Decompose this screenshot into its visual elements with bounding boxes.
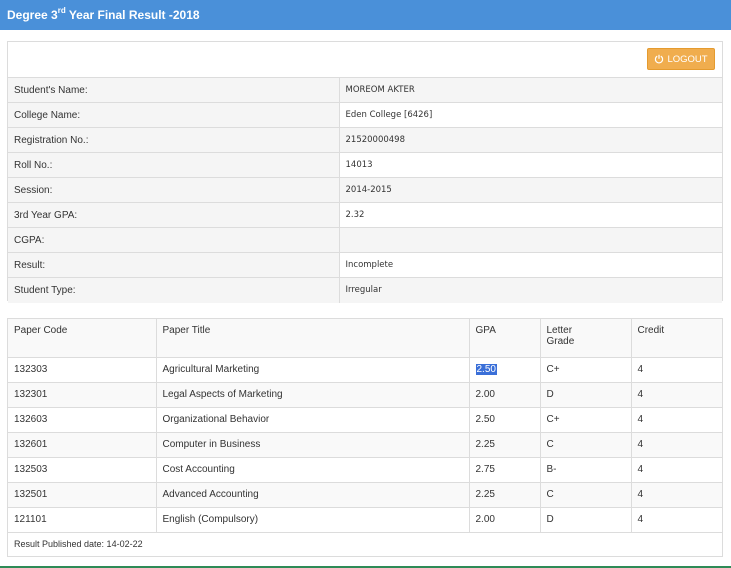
info-label: Registration No.: [8, 127, 340, 153]
cell-title: Organizational Behavior [156, 407, 470, 433]
cell-gpa: 2.50 [469, 357, 541, 383]
header-gpa: GPA [469, 319, 541, 358]
logout-label: LOGOUT [667, 53, 708, 65]
info-label: CGPA: [8, 227, 340, 253]
header-paper-code: Paper Code [8, 319, 157, 358]
cell-code: 132501 [8, 482, 157, 508]
info-label: 3rd Year GPA: [8, 202, 340, 228]
cell-grade: D [540, 507, 632, 533]
table-row: 132601 Computer in Business 2.25 C 4 [8, 432, 722, 458]
cell-gpa: 2.00 [469, 507, 541, 533]
info-value [339, 227, 722, 253]
info-label: Student Type: [8, 277, 340, 303]
cell-gpa: 2.25 [469, 432, 541, 458]
info-value: Irregular [339, 277, 722, 303]
cell-grade: D [540, 382, 632, 408]
cell-code: 132301 [8, 382, 157, 408]
info-row: Registration No.: 21520000498 [8, 127, 722, 153]
info-label: College Name: [8, 102, 340, 128]
cell-code: 132503 [8, 457, 157, 483]
table-row: 132501 Advanced Accounting 2.25 C 4 [8, 482, 722, 508]
power-icon [655, 54, 664, 64]
cell-grade: C+ [540, 407, 632, 433]
student-info-table: Student's Name: MOREOM AKTER College Name:… [8, 77, 722, 303]
logout-button[interactable]: LOGOUT [647, 48, 715, 70]
cell-credit: 4 [631, 482, 722, 508]
info-value: 14013 [339, 152, 722, 178]
cell-code: 121101 [8, 507, 157, 533]
cell-title: Computer in Business [156, 432, 470, 458]
cell-credit: 4 [631, 507, 722, 533]
cell-grade: C [540, 482, 632, 508]
info-row: 3rd Year GPA: 2.32 [8, 202, 722, 228]
info-label: Session: [8, 177, 340, 203]
cell-title: Advanced Accounting [156, 482, 470, 508]
cell-credit: 4 [631, 432, 722, 458]
header-credit: Credit [631, 319, 722, 358]
info-label: Result: [8, 252, 340, 278]
cell-code: 132603 [8, 407, 157, 433]
table-row: 132303 Agricultural Marketing 2.50 C+ 4 [8, 357, 722, 383]
papers-table: Paper Code Paper Title GPA Letter Grade C… [8, 319, 722, 533]
cell-title: English (Compulsory) [156, 507, 470, 533]
info-value: 21520000498 [339, 127, 722, 153]
table-row: 121101 English (Compulsory) 2.00 D 4 [8, 507, 722, 533]
info-row: Roll No.: 14013 [8, 152, 722, 178]
info-value: MOREOM AKTER [339, 77, 722, 103]
info-label: Student's Name: [8, 77, 340, 103]
info-value: 2.32 [339, 202, 722, 228]
result-panel: Paper Code Paper Title GPA Letter Grade C… [7, 318, 723, 557]
cell-credit: 4 [631, 407, 722, 433]
cell-credit: 4 [631, 382, 722, 408]
cell-code: 132303 [8, 357, 157, 383]
cell-grade: C+ [540, 357, 632, 383]
page-header: Degree 3rd Year Final Result -2018 [0, 0, 731, 30]
info-value: 2014-2015 [339, 177, 722, 203]
cell-credit: 4 [631, 457, 722, 483]
info-value: Eden College [6426] [339, 102, 722, 128]
header-paper-title: Paper Title [156, 319, 470, 358]
header-letter-grade: Letter Grade [540, 319, 632, 358]
cell-gpa: 2.75 [469, 457, 541, 483]
cell-gpa: 2.25 [469, 482, 541, 508]
info-label: Roll No.: [8, 152, 340, 178]
cell-title: Agricultural Marketing [156, 357, 470, 383]
page-title: Degree 3rd Year Final Result -2018 [7, 6, 200, 22]
info-value: Incomplete [339, 252, 722, 278]
table-row: 132603 Organizational Behavior 2.50 C+ 4 [8, 407, 722, 433]
info-row: CGPA: [8, 227, 722, 253]
cell-gpa: 2.50 [469, 407, 541, 433]
cell-title: Cost Accounting [156, 457, 470, 483]
cell-credit: 4 [631, 357, 722, 383]
table-row: 132503 Cost Accounting 2.75 B- 4 [8, 457, 722, 483]
info-row: Result: Incomplete [8, 252, 722, 278]
info-row: Student's Name: MOREOM AKTER [8, 77, 722, 103]
cell-code: 132601 [8, 432, 157, 458]
cell-gpa: 2.00 [469, 382, 541, 408]
student-info-panel: LOGOUT Student's Name: MOREOM AKTER Colleg… [7, 41, 723, 303]
cell-grade: B- [540, 457, 632, 483]
info-row: Session: 2014-2015 [8, 177, 722, 203]
info-row: Student Type: Irregular [8, 277, 722, 303]
published-date: Result Published date: 14-02-22 [14, 538, 143, 549]
cell-grade: C [540, 432, 632, 458]
cell-title: Legal Aspects of Marketing [156, 382, 470, 408]
info-row: College Name: Eden College [6426] [8, 102, 722, 128]
table-row: 132301 Legal Aspects of Marketing 2.00 D 4 [8, 382, 722, 408]
